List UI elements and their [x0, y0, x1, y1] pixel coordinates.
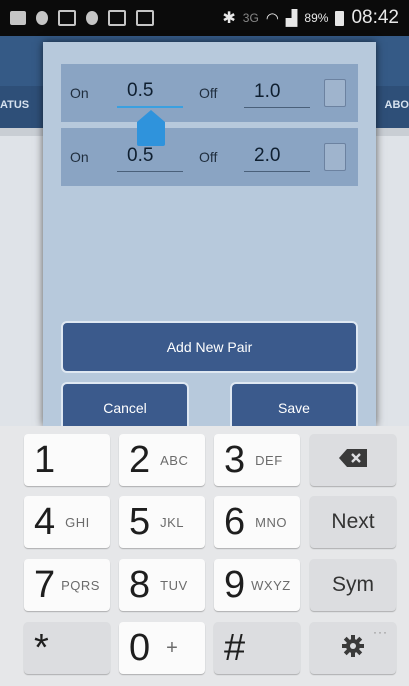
- key-0[interactable]: 0 +: [119, 622, 205, 674]
- on-off-pairs-dialog: On 0.5 Off 1.0 On 0.5 Off 2.0 Add New Pa…: [43, 42, 376, 432]
- pair-checkbox[interactable]: [324, 79, 346, 107]
- sym-label: Sym: [332, 573, 374, 596]
- key-digit: 9: [224, 564, 246, 606]
- key-2[interactable]: 2 ABC: [119, 434, 205, 486]
- key-3[interactable]: 3 DEF: [214, 434, 300, 486]
- settings-key[interactable]: ···: [310, 622, 396, 674]
- signal-icon: ▟: [285, 10, 298, 27]
- network-type: 3G: [242, 11, 259, 25]
- key-letters: GHI: [65, 514, 90, 530]
- status-bar: ✱ 3G ◠ ▟ 89% 08:42: [0, 0, 409, 36]
- key-1[interactable]: 1: [24, 434, 110, 486]
- pair-row: On 0.5 Off 2.0: [61, 128, 358, 186]
- backspace-key[interactable]: [310, 434, 396, 486]
- key-letters: +: [166, 636, 179, 659]
- key-digit: 4: [34, 501, 56, 543]
- key-star[interactable]: *: [24, 622, 110, 674]
- off-value-input[interactable]: 1.0: [244, 79, 310, 108]
- tab-status[interactable]: ATUS: [0, 99, 29, 111]
- key-6[interactable]: 6 MNO: [214, 496, 300, 548]
- backspace-icon: [310, 448, 396, 472]
- next-key[interactable]: Next: [310, 496, 396, 548]
- key-letters: MNO: [255, 514, 287, 530]
- key-letters: WXYZ: [251, 577, 291, 593]
- save-button[interactable]: Save: [230, 382, 358, 432]
- numeric-keyboard: 1 2 ABC 3 DEF 4 GHI 5 JKL 6 MNO Next 7 P…: [0, 426, 409, 686]
- key-digit: #: [224, 627, 246, 669]
- pair-row: On 0.5 Off 1.0: [61, 64, 358, 122]
- key-9[interactable]: 9 WXYZ: [214, 559, 300, 611]
- wifi-icon: ◠: [265, 10, 279, 27]
- battery-percent: 89%: [304, 11, 329, 25]
- key-8[interactable]: 8 TUV: [119, 559, 205, 611]
- key-letters: TUV: [160, 577, 188, 593]
- key-letters: DEF: [255, 452, 283, 468]
- chat-icon: [10, 11, 26, 25]
- on-label: On: [70, 149, 89, 165]
- battery-icon: [335, 10, 345, 26]
- next-label: Next: [331, 510, 375, 533]
- key-digit: 8: [129, 564, 151, 606]
- pair-checkbox[interactable]: [324, 143, 346, 171]
- off-label: Off: [199, 149, 218, 165]
- notification-icons: [10, 10, 154, 26]
- add-new-pair-button[interactable]: Add New Pair: [61, 321, 358, 373]
- key-digit: 3: [224, 439, 246, 481]
- sym-key[interactable]: Sym: [310, 559, 396, 611]
- on-value-input[interactable]: 0.5: [117, 78, 183, 108]
- gallery-icon: [136, 10, 154, 26]
- key-letters: JKL: [160, 514, 185, 530]
- bluetooth-icon: ✱: [222, 10, 236, 27]
- on-label: On: [70, 85, 89, 101]
- off-label: Off: [199, 85, 218, 101]
- key-digit: 6: [224, 501, 246, 543]
- image-icon: [108, 10, 126, 26]
- key-hash[interactable]: #: [214, 622, 300, 674]
- more-dots: ···: [373, 625, 388, 639]
- text-cursor-handle-icon[interactable]: [137, 110, 165, 146]
- key-letters: ABC: [160, 452, 189, 468]
- keyboard-icon: [58, 10, 76, 26]
- key-letters: PQRS: [61, 577, 100, 593]
- clock: 08:42: [351, 7, 399, 28]
- off-value-input[interactable]: 2.0: [244, 143, 310, 172]
- key-digit: 2: [129, 439, 151, 481]
- key-5[interactable]: 5 JKL: [119, 496, 205, 548]
- nfc-icon: [86, 11, 98, 25]
- key-digit: *: [34, 627, 49, 669]
- on-value-input[interactable]: 0.5: [117, 143, 183, 172]
- tab-about[interactable]: ABO: [385, 99, 409, 111]
- key-7[interactable]: 7 PQRS: [24, 559, 110, 611]
- key-digit: 5: [129, 501, 151, 543]
- cancel-button[interactable]: Cancel: [61, 382, 189, 432]
- location-icon: [36, 11, 48, 25]
- key-digit: 7: [34, 564, 56, 606]
- key-digit: 1: [34, 439, 56, 481]
- key-digit: 0: [129, 627, 151, 669]
- key-4[interactable]: 4 GHI: [24, 496, 110, 548]
